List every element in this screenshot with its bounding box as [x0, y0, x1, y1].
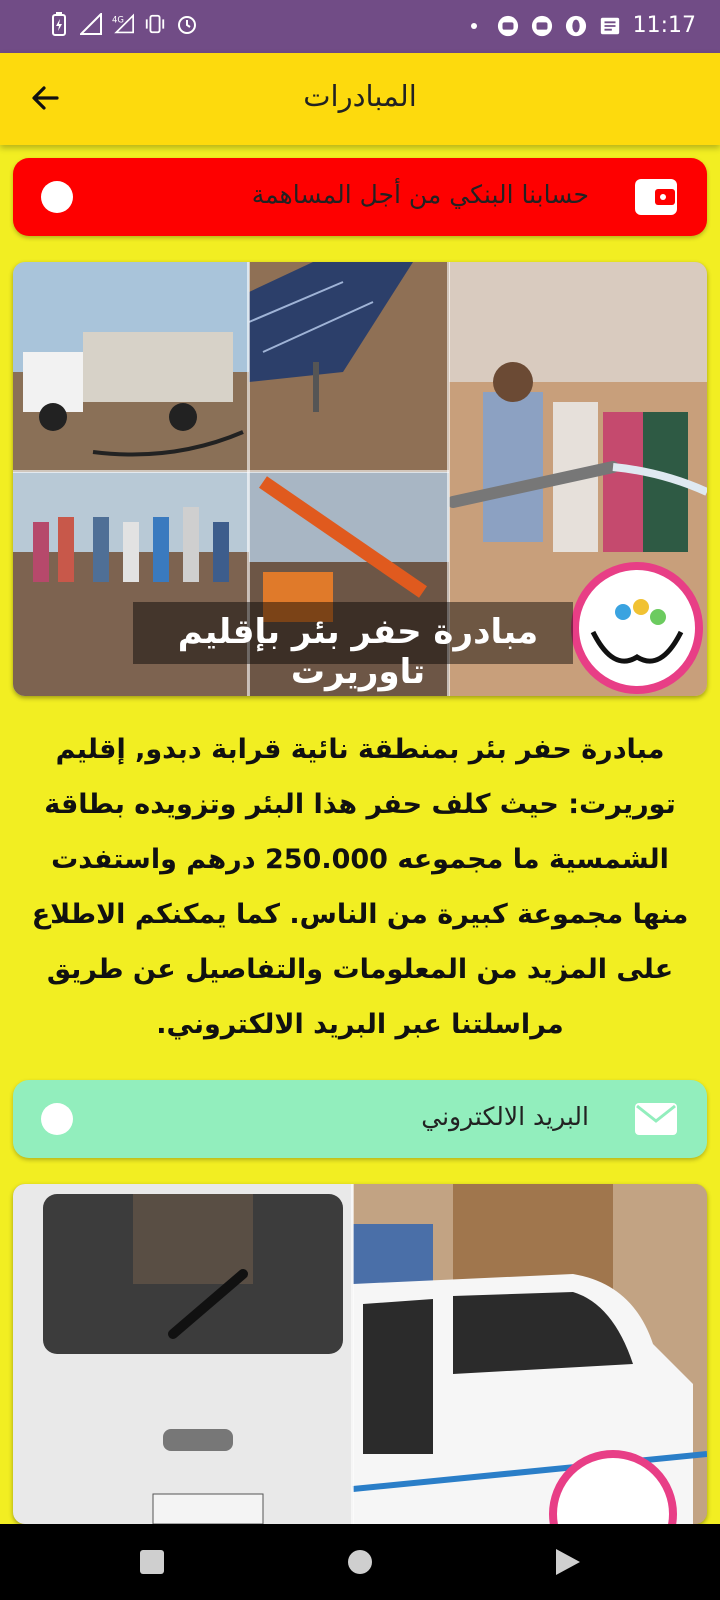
- radio-button[interactable]: [41, 1103, 73, 1135]
- mail-icon: [633, 1097, 679, 1141]
- email-row[interactable]: البريد الالكتروني: [13, 1080, 707, 1158]
- signal-icon: [80, 12, 102, 36]
- radio-button[interactable]: [41, 181, 73, 213]
- recent-apps-button[interactable]: [134, 1544, 170, 1580]
- status-icons-right: 11:17: [463, 12, 696, 40]
- dot-icon: [463, 14, 485, 38]
- news-icon: [599, 14, 621, 38]
- alarm-icon: [176, 12, 198, 36]
- opera-icon: [565, 14, 587, 38]
- photo-caption: مبادرة حفر بئر بإقليم تاوريرت: [177, 612, 539, 692]
- vibrate-icon: [144, 12, 166, 36]
- email-label: البريد الالكتروني: [421, 1102, 589, 1131]
- home-icon: [348, 1550, 372, 1574]
- svg-text:4G: 4G: [112, 14, 124, 24]
- notification-icon: [497, 14, 519, 38]
- ambulance-image: [13, 1184, 707, 1524]
- home-button[interactable]: [342, 1544, 378, 1580]
- notification-icon-2: [531, 14, 553, 38]
- wallet-icon: [633, 175, 679, 219]
- system-nav-bar: [0, 1524, 720, 1600]
- initiative-description: مبادرة حفر بئر بمنطقة نائية قرابة دبدو, …: [31, 734, 689, 1040]
- battery-charging-icon: [48, 12, 70, 36]
- status-icons-left: 4G: [48, 12, 198, 36]
- bank-account-label: حسابنا البنكي من أجل المساهمة: [251, 180, 589, 209]
- bank-account-row[interactable]: حسابنا البنكي من أجل المساهمة: [13, 158, 707, 236]
- page-title: المبادرات: [303, 79, 417, 113]
- app-bar: المبادرات: [0, 53, 720, 145]
- status-bar: 4G 11:17: [0, 0, 720, 53]
- initiative-photo-ambulance[interactable]: [13, 1184, 707, 1524]
- back-triangle-icon: [556, 1549, 580, 1575]
- status-time: 11:17: [632, 13, 696, 38]
- recent-apps-icon: [140, 1550, 164, 1574]
- initiative-photo-well[interactable]: مبادرة حفر بئر بإقليم تاوريرت: [13, 262, 707, 696]
- back-nav-button[interactable]: [550, 1544, 586, 1580]
- 4g-signal-icon: 4G: [112, 12, 134, 36]
